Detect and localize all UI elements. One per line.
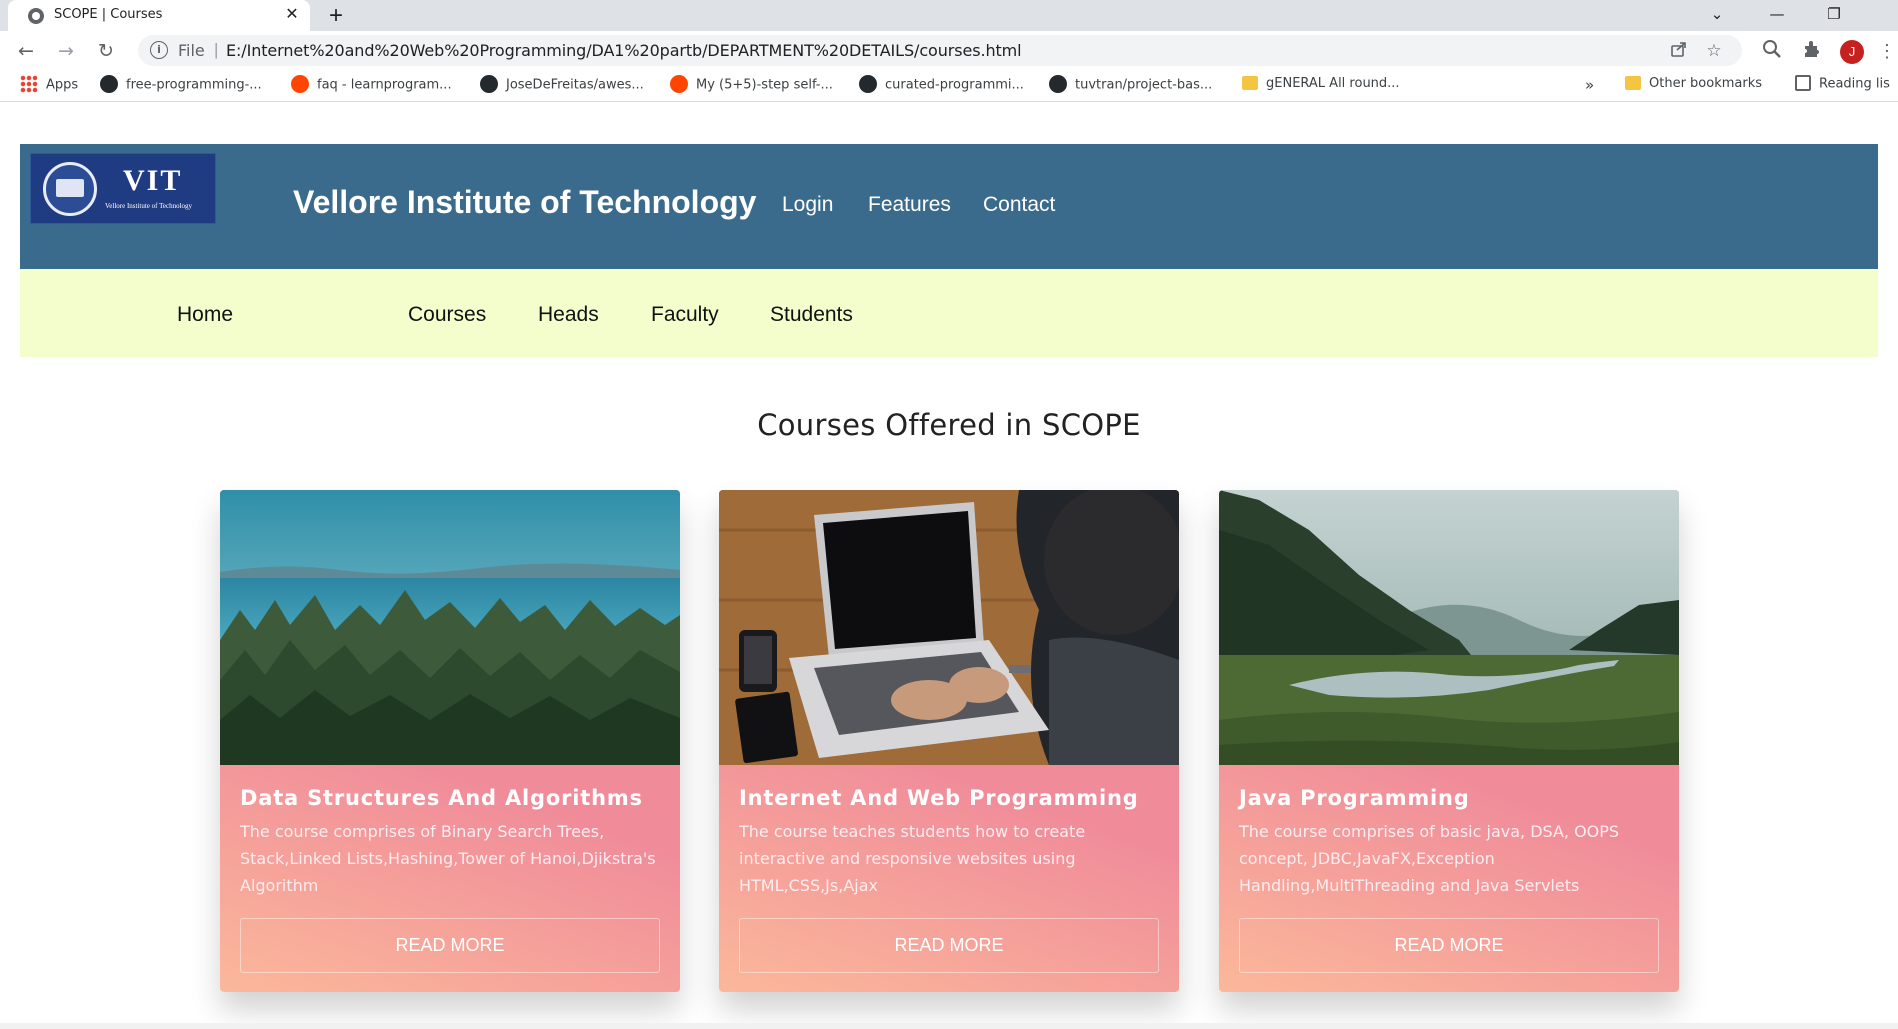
subnav-faculty[interactable]: Faculty — [651, 303, 719, 327]
share-icon[interactable] — [1668, 40, 1690, 62]
github-icon — [480, 75, 498, 93]
apps-grid-icon — [20, 75, 38, 93]
bookmarks-bar: Apps free-programming-... faq - learnpro… — [0, 70, 1898, 102]
sub-navigation — [20, 269, 1878, 357]
read-more-button[interactable]: READ MORE — [240, 918, 660, 973]
logo-subtitle: Vellore Institute of Technology — [105, 202, 193, 210]
bookmark-item[interactable]: faq - learnprogram... — [291, 75, 452, 96]
bookmark-apps[interactable]: Apps — [20, 75, 78, 96]
bookmark-item[interactable]: JoseDeFreitas/awes... — [480, 75, 644, 96]
bookmark-item[interactable]: tuvtran/project-bas... — [1049, 75, 1212, 96]
tab-strip: SCOPE | Courses ✕ + ⌄ — ❐ — [0, 0, 1898, 31]
logo-text: VIT — [123, 164, 183, 197]
url-separator: | — [214, 40, 219, 59]
card-body: Data Structures And Algorithms The cours… — [240, 786, 665, 899]
other-bookmarks[interactable]: Other bookmarks — [1625, 75, 1762, 96]
course-card: Java Programming The course comprises of… — [1219, 490, 1679, 992]
subnav-heads[interactable]: Heads — [538, 303, 599, 327]
github-icon — [859, 75, 877, 93]
info-icon[interactable]: i — [150, 41, 168, 59]
vit-logo[interactable]: VIT Vellore Institute of Technology — [30, 153, 216, 224]
card-description: The course comprises of basic java, DSA,… — [1239, 822, 1620, 895]
forward-button[interactable]: → — [52, 37, 80, 65]
globe-icon — [28, 8, 44, 24]
reading-list[interactable]: Reading lis — [1795, 75, 1890, 96]
reading-list-icon — [1795, 75, 1811, 91]
course-card: Data Structures And Algorithms The cours… — [220, 490, 680, 992]
card-body: Internet And Web Programming The course … — [739, 786, 1164, 899]
card-description: The course teaches students how to creat… — [739, 822, 1086, 895]
minimize-button[interactable]: — — [1754, 0, 1800, 31]
tab-search-icon[interactable]: ⌄ — [1694, 0, 1740, 31]
forest-lake-photo — [220, 490, 680, 765]
bookmarks-overflow-button[interactable]: » — [1585, 76, 1594, 96]
github-icon — [1049, 75, 1067, 93]
github-icon — [100, 75, 118, 93]
star-icon[interactable]: ☆ — [1703, 40, 1725, 62]
browser-tab[interactable]: SCOPE | Courses ✕ — [8, 0, 310, 31]
folder-icon — [1625, 75, 1641, 90]
card-description: The course comprises of Binary Search Tr… — [240, 822, 656, 895]
card-title: Internet And Web Programming — [739, 786, 1139, 810]
folder-icon — [1242, 75, 1258, 90]
menu-dots-icon[interactable]: ⋮ — [1878, 39, 1896, 63]
horizontal-scrollbar[interactable] — [0, 1023, 1898, 1029]
tab-title: SCOPE | Courses — [54, 7, 163, 22]
search-icon[interactable] — [1760, 39, 1784, 63]
card-title: Java Programming — [1239, 786, 1470, 810]
browser-toolbar: ← → ↻ i File | E:/Internet%20and%20Web%2… — [0, 31, 1898, 70]
reload-button[interactable]: ↻ — [92, 37, 120, 65]
nav-login[interactable]: Login — [782, 193, 833, 217]
read-more-button[interactable]: READ MORE — [1239, 918, 1659, 973]
bookmark-item[interactable]: My (5+5)-step self-... — [670, 75, 833, 96]
seal-icon — [43, 162, 97, 216]
back-button[interactable]: ← — [12, 37, 40, 65]
bookmark-item[interactable]: free-programming-... — [100, 75, 262, 96]
bookmark-item[interactable]: gENERAL All round... — [1242, 75, 1400, 96]
subnav-courses[interactable]: Courses — [408, 303, 486, 327]
reddit-icon — [291, 75, 309, 93]
card-title: Data Structures And Algorithms — [240, 786, 643, 810]
new-tab-button[interactable]: + — [322, 2, 350, 30]
restore-button[interactable]: ❐ — [1811, 0, 1857, 31]
laptop-typing-photo — [719, 490, 1179, 765]
nav-contact[interactable]: Contact — [983, 193, 1055, 217]
reddit-icon — [670, 75, 688, 93]
course-card: Internet And Web Programming The course … — [719, 490, 1179, 992]
url-scheme: File — [178, 41, 205, 60]
profile-avatar[interactable]: J — [1840, 40, 1864, 64]
address-bar[interactable]: i File | E:/Internet%20and%20Web%20Progr… — [138, 35, 1742, 66]
subnav-home[interactable]: Home — [177, 303, 233, 327]
url-text[interactable]: E:/Internet%20and%20Web%20Programming/DA… — [226, 41, 1022, 60]
extensions-icon[interactable] — [1800, 39, 1824, 63]
section-heading: Courses Offered in SCOPE — [757, 408, 1141, 442]
close-tab-icon[interactable]: ✕ — [280, 3, 304, 27]
read-more-button[interactable]: READ MORE — [739, 918, 1159, 973]
site-title: Vellore Institute of Technology — [293, 184, 757, 220]
nav-features[interactable]: Features — [868, 193, 951, 217]
card-body: Java Programming The course comprises of… — [1239, 786, 1664, 899]
subnav-students[interactable]: Students — [770, 303, 853, 327]
bookmark-item[interactable]: curated-programmi... — [859, 75, 1024, 96]
valley-river-photo — [1219, 490, 1679, 765]
